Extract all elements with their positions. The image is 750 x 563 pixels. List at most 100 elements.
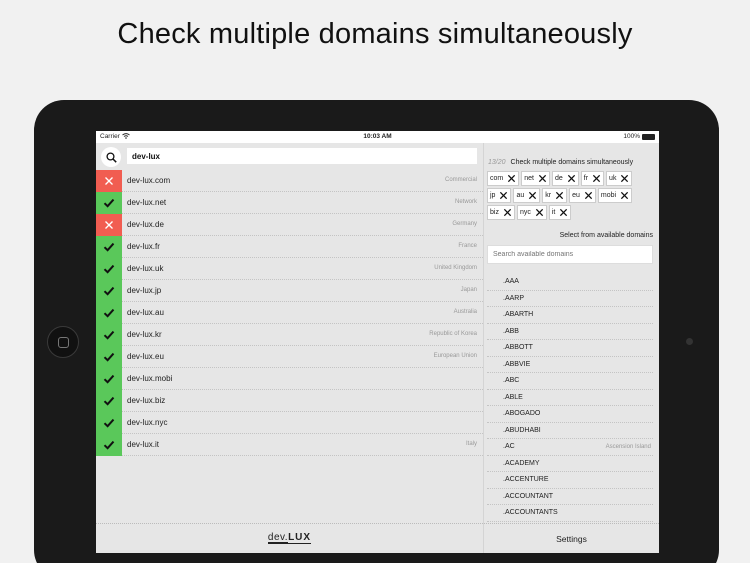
result-row[interactable]: dev-lux.nyc <box>96 412 483 434</box>
result-row[interactable]: dev-lux.kr Republic of Korea <box>96 324 483 346</box>
available-status <box>96 412 122 434</box>
remove-tld-button[interactable] <box>567 174 576 183</box>
domain-name: dev-lux.net <box>127 198 167 207</box>
tld-chip: kr <box>542 188 568 203</box>
domain-region: Network <box>454 199 477 205</box>
remove-tld-button[interactable] <box>507 174 516 183</box>
available-tld-item[interactable]: .ACCOUNTANTS <box>487 505 653 522</box>
result-row[interactable]: dev-lux.uk United Kingdom <box>96 258 483 280</box>
status-time: 10:03 AM <box>363 133 392 140</box>
close-icon <box>105 177 113 185</box>
close-icon <box>555 191 564 200</box>
tld-chip: uk <box>606 171 633 186</box>
close-icon <box>500 191 508 200</box>
remove-tld-button[interactable] <box>620 174 629 183</box>
remove-tld-button[interactable] <box>503 208 512 217</box>
domain-region: France <box>458 243 477 249</box>
close-icon <box>621 174 629 183</box>
tld-chip-label: kr <box>545 192 552 199</box>
close-icon <box>567 174 575 183</box>
check-icon <box>103 242 115 252</box>
result-row[interactable]: dev-lux.net Network <box>96 192 483 214</box>
close-icon <box>560 208 568 217</box>
tld-chip: biz <box>487 205 515 220</box>
settings-button[interactable]: Settings <box>484 523 659 553</box>
available-tld-item[interactable]: .AAA <box>487 274 653 291</box>
search-bar <box>96 143 483 170</box>
camera <box>686 338 693 345</box>
check-icon <box>103 308 115 318</box>
taken-status <box>96 214 122 236</box>
result-row[interactable]: dev-lux.com Commercial <box>96 170 483 192</box>
status-bar: Carrier 10:03 AM 100% <box>96 131 659 143</box>
search-input[interactable] <box>127 148 477 164</box>
domain-name: dev-lux.uk <box>127 264 164 273</box>
tld-chip: eu <box>569 188 596 203</box>
check-icon <box>103 440 115 450</box>
app-screen: Carrier 10:03 AM 100% dev-lux.com Commerc… <box>96 131 659 553</box>
tld-chip-label: uk <box>609 175 617 182</box>
search-button[interactable] <box>101 147 121 167</box>
domain-region: Australia <box>453 309 477 315</box>
remove-tld-button[interactable] <box>538 174 547 183</box>
tld-name: .ABUDHABI <box>503 426 541 434</box>
battery-icon <box>642 133 655 140</box>
available-tld-item[interactable]: .ABBVIE <box>487 357 653 373</box>
domain-region: Italy <box>465 441 477 447</box>
selection-count: 13/20 <box>488 159 506 166</box>
result-row[interactable]: dev-lux.mobi <box>96 368 483 390</box>
result-row[interactable]: dev-lux.de Germany <box>96 214 483 236</box>
tld-chip: net <box>521 171 550 186</box>
available-tld-item[interactable]: .ABC <box>487 373 653 390</box>
tld-chip-label: jp <box>490 192 496 199</box>
remove-tld-button[interactable] <box>555 191 564 200</box>
available-tld-item[interactable]: .ABB <box>487 324 653 340</box>
available-status <box>96 390 122 412</box>
available-status <box>96 346 122 368</box>
close-icon <box>105 221 113 229</box>
available-status <box>96 258 122 280</box>
remove-tld-button[interactable] <box>584 191 593 200</box>
available-tld-item[interactable]: .ABOGADO <box>487 406 653 423</box>
available-tld-item[interactable]: .ABLE <box>487 390 653 406</box>
available-tld-item[interactable]: .ABUDHABI <box>487 423 653 439</box>
tld-name: .AC <box>503 443 515 450</box>
available-tld-item[interactable]: .AC Ascension Island <box>487 439 653 456</box>
domain-name: dev-lux.au <box>127 308 164 317</box>
result-row[interactable]: dev-lux.eu European Union <box>96 346 483 368</box>
result-row[interactable]: dev-lux.biz <box>96 390 483 412</box>
tld-name: .ABC <box>503 377 520 384</box>
result-row[interactable]: dev-lux.jp Japan <box>96 280 483 302</box>
domain-name: dev-lux.mobi <box>127 374 173 383</box>
remove-tld-button[interactable] <box>620 191 629 200</box>
remove-tld-button[interactable] <box>559 208 568 217</box>
tld-name: .ACCENTURE <box>503 476 549 483</box>
available-tld-item[interactable]: .AARP <box>487 291 653 307</box>
available-tld-item[interactable]: .ACADEMY <box>487 456 653 472</box>
result-row[interactable]: dev-lux.fr France <box>96 236 483 258</box>
remove-tld-button[interactable] <box>535 208 544 217</box>
remove-tld-button[interactable] <box>499 191 508 200</box>
domain-region: European Union <box>433 353 477 359</box>
available-search-input[interactable] <box>487 245 653 264</box>
available-tld-item[interactable]: .ACCENTURE <box>487 472 653 489</box>
close-icon <box>584 191 592 200</box>
tld-name: .ABARTH <box>503 311 534 318</box>
tld-name: .AAA <box>503 278 519 285</box>
remove-tld-button[interactable] <box>528 191 537 200</box>
remove-tld-button[interactable] <box>592 174 601 183</box>
taken-status <box>96 170 122 192</box>
check-icon <box>103 330 115 340</box>
home-button[interactable] <box>47 326 79 358</box>
check-icon <box>103 286 115 296</box>
tld-chip-label: mobi <box>600 192 617 199</box>
result-row[interactable]: dev-lux.it Italy <box>96 434 483 456</box>
results-list: dev-lux.com Commercial dev-lux.net Network d… <box>96 170 483 456</box>
tld-region: Ascension Island <box>605 444 651 450</box>
available-tld-item[interactable]: .ABARTH <box>487 307 653 324</box>
result-row[interactable]: dev-lux.au Australia <box>96 302 483 324</box>
available-tld-item[interactable]: .ACCOUNTANT <box>487 489 653 505</box>
domain-name: dev-lux.biz <box>127 396 166 405</box>
check-icon <box>103 264 115 274</box>
available-tld-item[interactable]: .ABBOTT <box>487 340 653 357</box>
